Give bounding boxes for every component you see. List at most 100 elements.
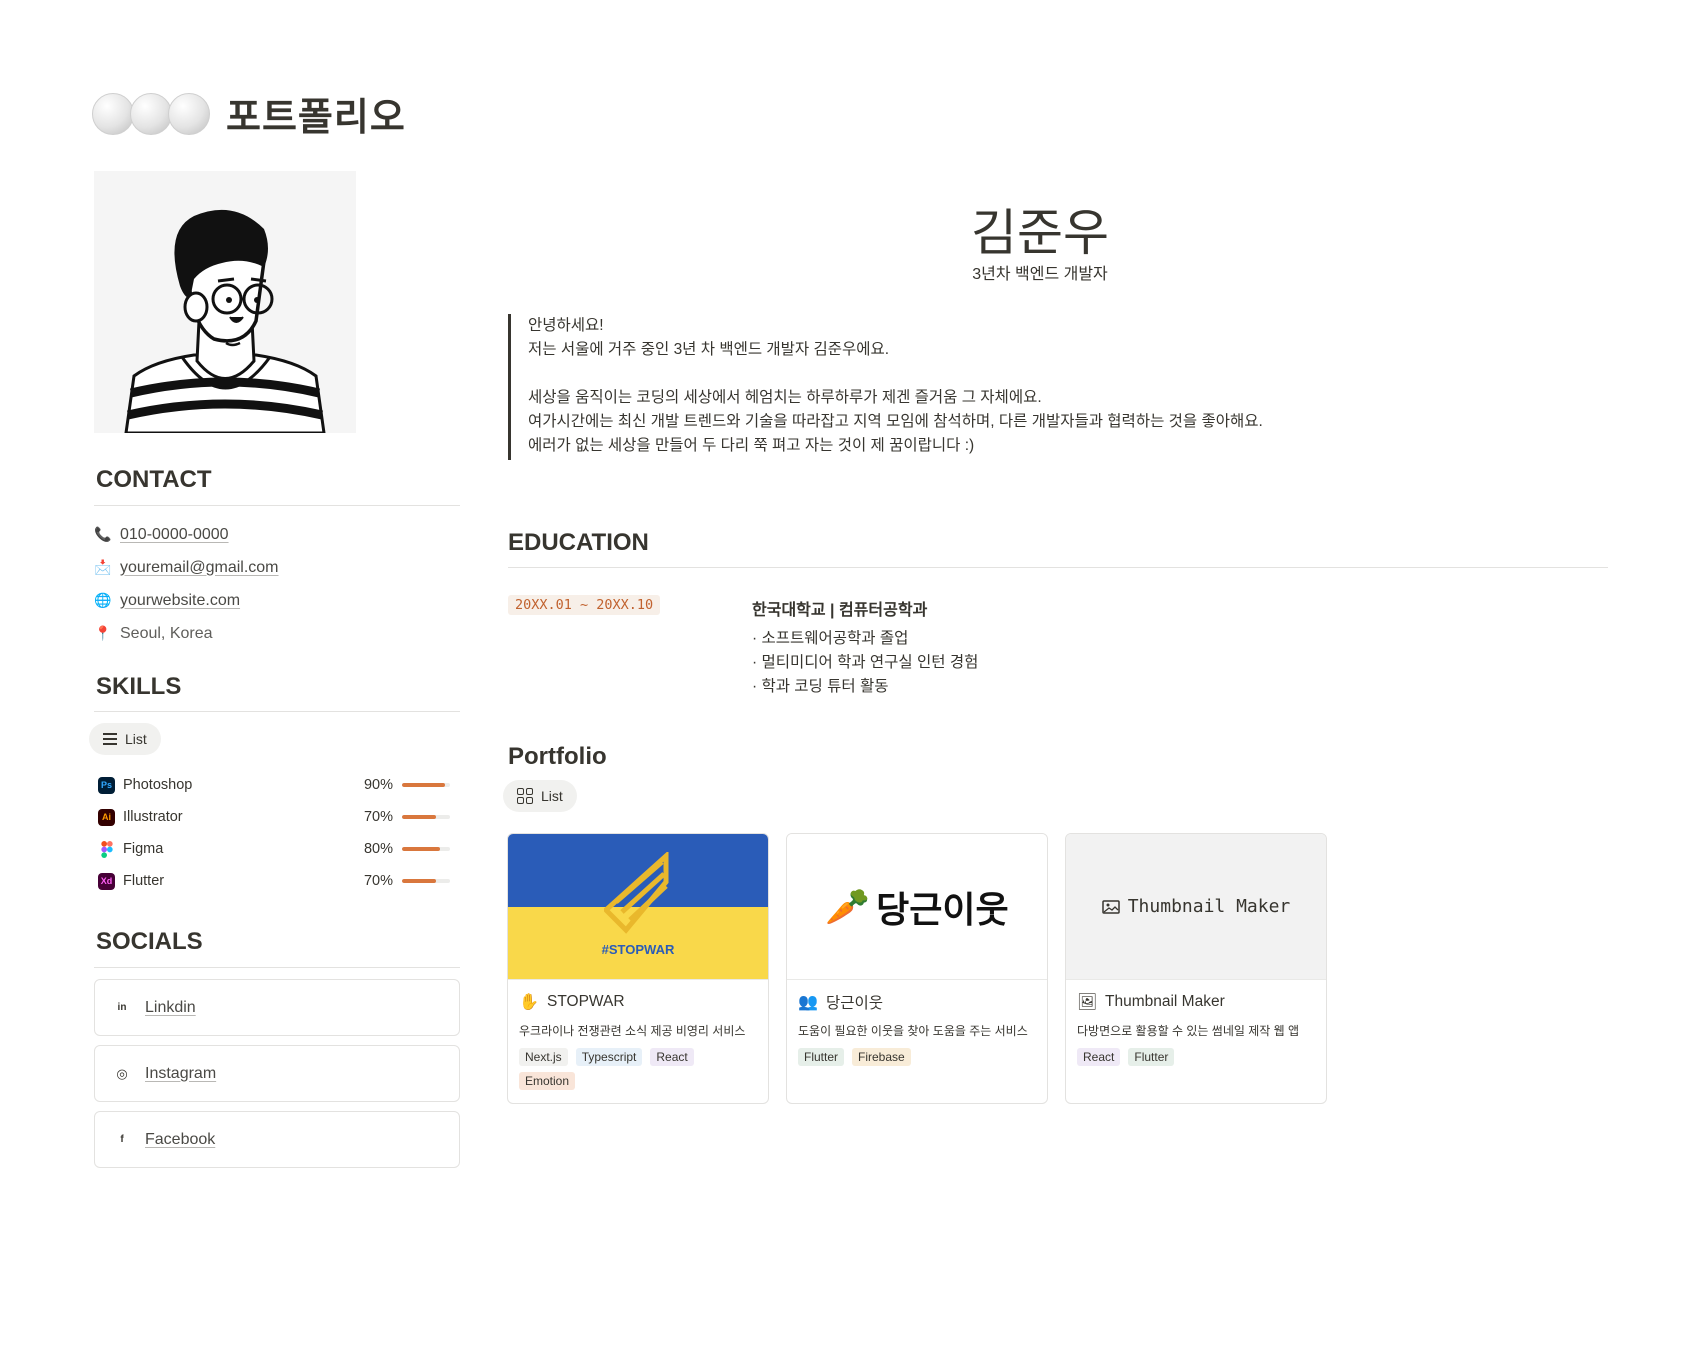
circle-icon: [130, 92, 172, 135]
image-icon: [1101, 899, 1120, 914]
skill-percent: 70%: [363, 873, 393, 889]
skills-list: Ps Photoshop 90% Ai Illustrator 70% Figm…: [98, 769, 450, 897]
skills-heading: SKILLS: [96, 673, 182, 700]
contact-list: 📞 010-0000-0000 📩 youremail@gmail.com 🌐 …: [94, 518, 279, 650]
people-icon: 👥: [798, 994, 818, 1011]
divider: [94, 711, 460, 712]
education-heading: EDUCATION: [508, 529, 649, 556]
envelope-icon: 📩: [94, 559, 112, 575]
card-body: 🖼 Thumbnail Maker 다방면으로 활용할 수 있는 썸네일 제작 …: [1066, 980, 1326, 1076]
card-tags: React Flutter: [1077, 1048, 1315, 1066]
contact-email: 📩 youremail@gmail.com: [94, 551, 279, 584]
card-description: 도움이 필요한 이웃을 찾아 도움을 주는 서비스: [798, 1024, 1028, 1038]
email-link[interactable]: youremail@gmail.com: [120, 559, 279, 577]
education-point: · 멀티미디어 학과 연구실 인턴 경험: [752, 654, 979, 671]
tag: React: [650, 1048, 694, 1066]
card-cover: Thumbnail Maker: [1066, 834, 1326, 980]
skill-bar: [402, 847, 450, 851]
portfolio-view-tab[interactable]: List: [503, 780, 577, 812]
portfolio-card-thumbnail[interactable]: Thumbnail Maker 🖼 Thumbnail Maker 다방면으로 …: [1065, 833, 1327, 1104]
card-body: ✋ STOPWAR 우크라이나 전쟁관련 소식 제공 비영리 서비스 Next.…: [508, 980, 768, 1100]
linkedin-button[interactable]: in Linkdin: [94, 979, 460, 1036]
social-label: Instagram: [145, 1064, 217, 1082]
intro-line: 에러가 없는 세상을 만들어 두 다리 쭉 펴고 자는 것이 제 꿈이랍니다 :…: [528, 437, 975, 454]
skill-percent: 90%: [363, 777, 393, 793]
linkedin-icon: in: [117, 1002, 127, 1013]
website-link[interactable]: yourwebsite.com: [120, 592, 240, 610]
skill-percent: 70%: [363, 809, 393, 825]
cover-text: 당근이웃: [876, 889, 1009, 931]
card-description: 다방면으로 활용할 수 있는 썸네일 제작 웹 앱: [1077, 1024, 1300, 1038]
instagram-button[interactable]: ◎ Instagram: [94, 1045, 460, 1102]
card-title: ✋ STOPWAR: [519, 990, 757, 1014]
skill-bar-fill: [402, 815, 436, 819]
gallery-icon: [517, 788, 533, 804]
tag: React: [1077, 1048, 1121, 1066]
circle-icon: [92, 92, 134, 135]
tag: Firebase: [852, 1048, 911, 1066]
tag: Typescript: [575, 1048, 643, 1066]
cover-text: Thumbnail Maker: [1127, 896, 1291, 917]
education-date: 20XX.01 ~ 20XX.10: [508, 595, 661, 615]
divider: [94, 967, 460, 968]
page-icon[interactable]: [92, 92, 210, 135]
skill-row[interactable]: Xd Flutter 70%: [98, 865, 450, 897]
intro-quote: 안녕하세요! 저는 서울에 거주 중인 3년 차 백엔드 개발자 김준우에요. …: [508, 314, 1263, 460]
contact-location: 📍 Seoul, Korea: [94, 617, 279, 650]
social-label: Linkdin: [145, 998, 196, 1016]
carrot-icon: 🥕: [825, 885, 871, 927]
divider: [94, 505, 460, 506]
education-points: · 소프트웨어공학과 졸업 · 멀티미디어 학과 연구실 인턴 경험 · 학과 …: [752, 627, 978, 699]
location-text: Seoul, Korea: [120, 624, 213, 642]
contact-website: 🌐 yourwebsite.com: [94, 584, 279, 617]
skill-row[interactable]: Ai Illustrator 70%: [98, 801, 450, 833]
intro-line: 저는 서울에 거주 중인 3년 차 백엔드 개발자 김준우에요.: [528, 341, 890, 358]
facebook-button[interactable]: f Facebook: [94, 1111, 460, 1168]
phone-link[interactable]: 010-0000-0000: [120, 526, 229, 544]
stopwar-logo-icon: [604, 852, 669, 934]
intro-line: 안녕하세요!: [528, 317, 604, 334]
framed-picture-icon: 🖼: [1077, 994, 1098, 1011]
skill-row[interactable]: Figma 80%: [98, 833, 450, 865]
raised-hand-icon: ✋: [519, 994, 539, 1011]
portfolio-card-danggeun[interactable]: 🥕 당근이웃 👥 당근이웃 도움이 필요한 이웃을 찾아 도움을 주는 서비스 …: [786, 833, 1048, 1104]
intro-line: 여가시간에는 최신 개발 트렌드와 기술을 따라잡고 지역 모임에 참석하며, …: [528, 413, 1263, 430]
skill-name: Flutter: [123, 873, 165, 889]
contact-heading: CONTACT: [96, 466, 212, 493]
profile-avatar: [94, 171, 356, 433]
figma-icon: [98, 840, 115, 858]
avatar-illustration: [124, 209, 326, 433]
page-title[interactable]: 포트폴리오: [226, 86, 406, 141]
card-title-text: 당근이웃: [826, 995, 884, 1012]
globe-icon: 🌐: [94, 592, 112, 608]
facebook-icon: f: [120, 1134, 124, 1145]
photoshop-icon: Ps: [98, 776, 115, 794]
card-title: 👥 당근이웃: [798, 990, 1036, 1014]
skill-bar-fill: [402, 847, 441, 851]
portfolio-card-stopwar[interactable]: #STOPWAR ✋ STOPWAR 우크라이나 전쟁관련 소식 제공 비영리 …: [507, 833, 769, 1104]
intro-line: 세상을 움직이는 코딩의 세상에서 헤엄치는 하루하루가 제겐 즐거움 그 자체…: [528, 389, 1042, 406]
skill-name: Photoshop: [123, 777, 193, 793]
card-body: 👥 당근이웃 도움이 필요한 이웃을 찾아 도움을 주는 서비스 Flutter…: [787, 980, 1047, 1076]
social-label: Facebook: [145, 1130, 216, 1148]
skill-name: Figma: [123, 841, 164, 857]
page-header: 포트폴리오: [92, 86, 406, 141]
skills-view-label: List: [125, 731, 147, 747]
instagram-icon: ◎: [116, 1065, 128, 1081]
tag: Flutter: [798, 1048, 845, 1066]
portfolio-heading: Portfolio: [508, 743, 607, 770]
card-tags: Flutter Firebase: [798, 1048, 1036, 1066]
pin-icon: 📍: [94, 625, 112, 641]
skill-bar-fill: [402, 879, 436, 883]
tag: Next.js: [519, 1048, 568, 1066]
card-cover: #STOPWAR: [508, 834, 768, 980]
skill-row[interactable]: Ps Photoshop 90%: [98, 769, 450, 801]
socials-heading: SOCIALS: [96, 928, 203, 955]
phone-icon: 📞: [94, 526, 112, 542]
card-title: 🖼 Thumbnail Maker: [1077, 990, 1315, 1014]
profile-name: 김준우: [971, 204, 1109, 262]
intro-line: [528, 362, 1263, 386]
tag: Flutter: [1128, 1048, 1175, 1066]
education-point: · 소프트웨어공학과 졸업: [752, 630, 909, 647]
skills-view-tab[interactable]: List: [89, 723, 161, 755]
